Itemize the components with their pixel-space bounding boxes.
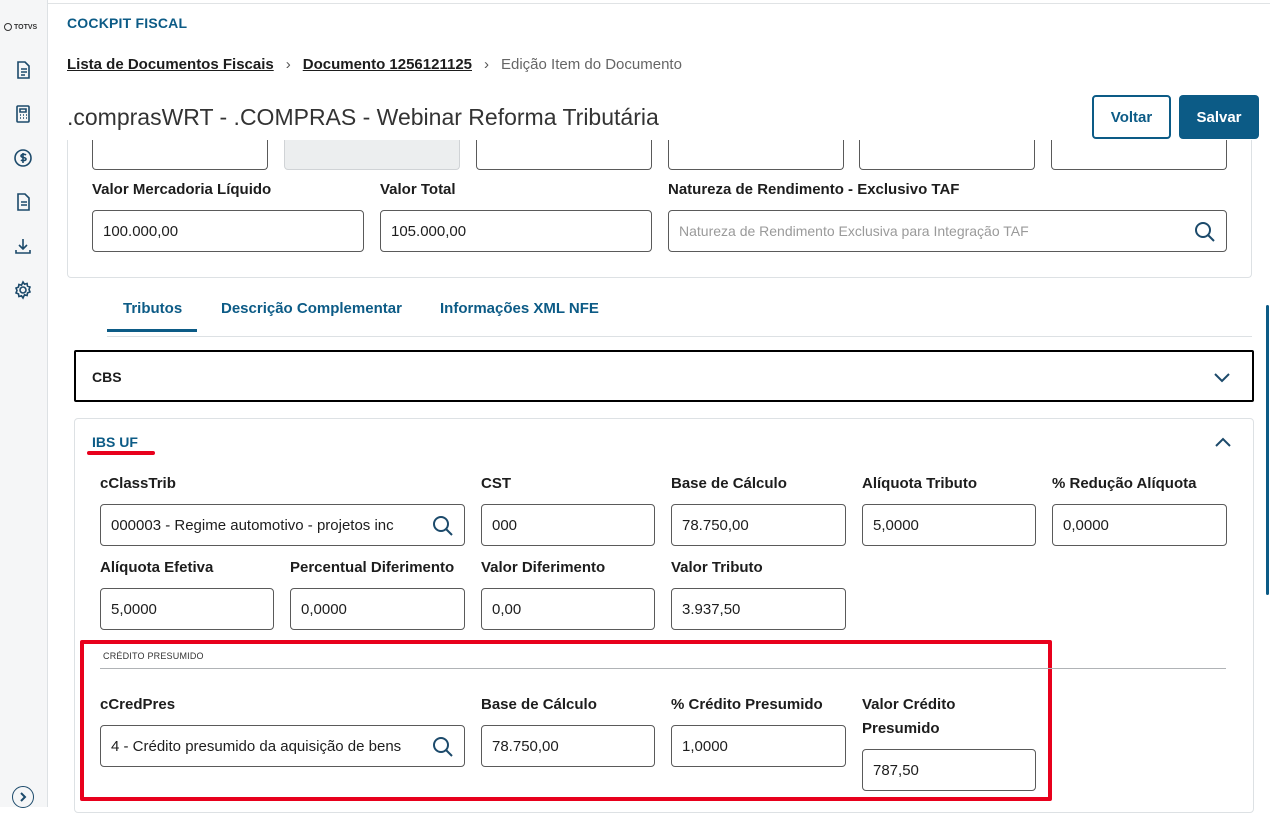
field-input[interactable] — [859, 140, 1035, 170]
chevron-right-icon: › — [484, 56, 489, 73]
ibs-uf-title[interactable]: IBS UF — [92, 434, 138, 450]
valor-tributo-label: Valor Tributo — [671, 559, 763, 576]
reducao-aliquota-label: % Redução Alíquota — [1052, 475, 1197, 492]
aliquota-tributo-value: 5,0000 — [873, 516, 919, 534]
credito-perc-label: % Crédito Presumido — [671, 696, 823, 713]
ccredpres-label: cCredPres — [100, 696, 176, 713]
valor-mercadoria-label: Valor Mercadoria Líquido — [92, 181, 272, 198]
valor-mercadoria-value: 100.000,00 — [103, 222, 179, 240]
credito-valor-input[interactable]: 787,50 — [862, 749, 1036, 791]
disabled-field-input — [284, 140, 460, 170]
logo-mark — [4, 23, 12, 31]
valor-total-value: 105.000,00 — [391, 222, 467, 240]
dollar-icon[interactable] — [12, 147, 34, 169]
calculator-icon[interactable] — [12, 103, 34, 125]
cst-input[interactable]: 000 — [481, 504, 655, 546]
percentual-diferimento-input[interactable]: 0,0000 — [290, 588, 465, 630]
valor-tributo-value: 3.937,50 — [682, 600, 741, 618]
base-calculo-input[interactable]: 78.750,00 — [671, 504, 846, 546]
download-icon[interactable] — [12, 235, 34, 257]
aliquota-efetiva-value: 5,0000 — [111, 600, 157, 618]
search-icon[interactable] — [432, 515, 454, 537]
breadcrumb-link-documento[interactable]: Documento 1256121125 — [303, 56, 472, 73]
credito-base-label: Base de Cálculo — [481, 696, 597, 713]
app-title: COCKPIT FISCAL — [67, 15, 188, 31]
percentual-diferimento-label: Percentual Diferimento — [290, 559, 455, 576]
totvs-logo: TOTVS — [4, 23, 37, 31]
credito-valor-value: 787,50 — [873, 761, 919, 779]
expand-sidebar-button[interactable] — [12, 786, 34, 808]
aliquota-efetiva-input[interactable]: 5,0000 — [100, 588, 274, 630]
ccredpres-input[interactable]: 4 - Crédito presumido da aquisição de be… — [100, 725, 465, 767]
chevron-down-icon[interactable] — [1212, 367, 1232, 387]
top-strip — [48, 0, 1270, 4]
breadcrumb-current: Edição Item do Documento — [501, 56, 682, 73]
document-icon[interactable] — [12, 59, 34, 81]
credito-base-value: 78.750,00 — [492, 737, 559, 755]
valor-total-label: Valor Total — [380, 181, 456, 198]
cclasstrib-label: cClassTrib — [100, 475, 176, 492]
tab-tributos[interactable]: Tributos — [107, 300, 197, 332]
scrollbar-thumb[interactable] — [1266, 305, 1269, 595]
percentual-diferimento-value: 0,0000 — [301, 600, 347, 618]
aliquota-efetiva-label: Alíquota Efetiva — [100, 559, 214, 576]
cclasstrib-input[interactable]: 000003 - Regime automotivo - projetos in… — [100, 504, 465, 546]
base-calculo-value: 78.750,00 — [682, 516, 749, 534]
field-input[interactable] — [476, 140, 652, 170]
chevron-up-icon[interactable] — [1213, 433, 1233, 453]
breadcrumb-link-lista[interactable]: Lista de Documentos Fiscais — [67, 56, 274, 73]
aliquota-tributo-input[interactable]: 5,0000 — [862, 504, 1036, 546]
credito-perc-input[interactable]: 1,0000 — [671, 725, 846, 767]
gear-icon[interactable] — [12, 279, 34, 301]
back-button[interactable]: Voltar — [1092, 95, 1171, 139]
page-title: .comprasWRT - .COMPRAS - Webinar Reforma… — [67, 104, 659, 130]
ccredpres-value: 4 - Crédito presumido da aquisição de be… — [111, 737, 402, 755]
valor-tributo-input[interactable]: 3.937,50 — [671, 588, 846, 630]
credito-perc-value: 1,0000 — [682, 737, 728, 755]
breadcrumb: Lista de Documentos Fiscais › Documento … — [67, 56, 682, 73]
search-icon[interactable] — [432, 736, 454, 758]
field-input[interactable] — [1051, 140, 1227, 170]
field-input[interactable] — [668, 140, 844, 170]
natureza-placeholder: Natureza de Rendimento Exclusiva para In… — [679, 223, 1029, 239]
reducao-aliquota-input[interactable]: 0,0000 — [1052, 504, 1227, 546]
credito-valor-label-1: Valor Crédito — [862, 696, 956, 713]
cst-value: 000 — [492, 516, 518, 534]
valor-diferimento-input[interactable]: 0,00 — [481, 588, 655, 630]
logo-text: TOTVS — [14, 23, 38, 31]
save-button[interactable]: Salvar — [1179, 95, 1259, 139]
tab-descricao-complementar[interactable]: Descrição Complementar — [221, 300, 402, 329]
credito-valor-label-2: Presumido — [862, 720, 940, 737]
file-icon[interactable] — [12, 191, 34, 213]
aliquota-tributo-label: Alíquota Tributo — [862, 475, 977, 492]
cbs-accordion[interactable]: CBS — [74, 350, 1254, 402]
chevron-right-icon: › — [285, 56, 291, 73]
tab-informacoes-xml[interactable]: Informações XML NFE — [440, 300, 599, 329]
natureza-label: Natureza de Rendimento - Exclusivo TAF — [668, 181, 960, 198]
highlight-underline — [87, 451, 155, 455]
valor-diferimento-value: 0,00 — [492, 600, 522, 618]
cclasstrib-value: 000003 - Regime automotivo - projetos in… — [111, 516, 394, 534]
field-input[interactable] — [92, 140, 268, 170]
cst-label: CST — [481, 475, 511, 492]
natureza-input[interactable]: Natureza de Rendimento Exclusiva para In… — [668, 210, 1227, 252]
credito-presumido-title: CRÉDITO PRESUMIDO — [103, 651, 204, 661]
reducao-aliquota-value: 0,0000 — [1063, 516, 1109, 534]
valor-mercadoria-input[interactable]: 100.000,00 — [92, 210, 364, 252]
valor-total-input[interactable]: 105.000,00 — [380, 210, 652, 252]
divider — [100, 668, 1226, 669]
credito-base-input[interactable]: 78.750,00 — [481, 725, 655, 767]
sidebar: TOTVS — [0, 0, 48, 808]
search-icon[interactable] — [1194, 221, 1216, 243]
cbs-label: CBS — [92, 369, 122, 385]
base-calculo-label: Base de Cálculo — [671, 475, 787, 492]
tabs-bar: Tributos Descrição Complementar Informaç… — [107, 292, 1252, 337]
valor-diferimento-label: Valor Diferimento — [481, 559, 606, 576]
